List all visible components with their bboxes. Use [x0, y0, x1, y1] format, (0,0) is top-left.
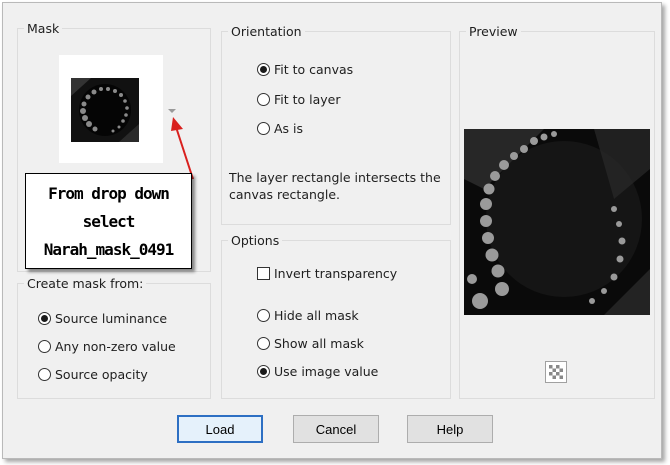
radio-label: Fit to layer	[274, 92, 341, 107]
preview-group-title: Preview	[466, 24, 521, 39]
radio-label: As is	[274, 121, 304, 136]
checkbox[interactable]	[257, 267, 270, 280]
mask-group-title: Mask	[24, 21, 63, 36]
radio-button[interactable]	[257, 337, 270, 350]
radio-button-selected[interactable]	[38, 312, 51, 325]
orientation-note: The layer rectangle intersects the canva…	[229, 169, 441, 203]
radio-label: Fit to canvas	[274, 62, 354, 77]
orientation-note-line-2: canvas rectangle.	[229, 187, 340, 202]
mask-thumbnail-dropdown[interactable]	[59, 55, 163, 163]
radio-as-is[interactable]: As is	[257, 121, 303, 136]
orientation-note-line-1: The layer rectangle intersects the	[229, 170, 441, 185]
callout-line-3: Narah_mask_0491	[43, 240, 175, 259]
radio-label: Source luminance	[55, 311, 168, 326]
preview-image	[464, 129, 650, 315]
radio-label: Hide all mask	[274, 308, 359, 323]
checkbox-label: Invert transparency	[274, 266, 398, 281]
load-button[interactable]: Load	[177, 415, 263, 443]
radio-label: Source opacity	[55, 367, 148, 382]
radio-button-selected[interactable]	[257, 63, 270, 76]
radio-label: Use image value	[274, 364, 379, 379]
transparency-checker-icon[interactable]	[545, 361, 567, 383]
radio-button-selected[interactable]	[257, 365, 270, 378]
load-mask-dialog: Mask From drop down select Narah_mask_04…	[2, 2, 662, 459]
help-button[interactable]: Help	[407, 415, 493, 443]
radio-button[interactable]	[38, 340, 51, 353]
radio-button[interactable]	[257, 93, 270, 106]
create-mask-group-title: Create mask from:	[24, 276, 147, 291]
invert-transparency-checkbox[interactable]: Invert transparency	[257, 266, 397, 281]
preview-group: Preview	[459, 24, 655, 399]
radio-any-non-zero[interactable]: Any non-zero value	[38, 339, 176, 354]
radio-label: Show all mask	[274, 336, 364, 351]
radio-fit-to-layer[interactable]: Fit to layer	[257, 92, 341, 107]
radio-button[interactable]	[38, 368, 51, 381]
radio-use-image-value[interactable]: Use image value	[257, 364, 378, 379]
radio-button[interactable]	[257, 309, 270, 322]
radio-hide-all-mask[interactable]: Hide all mask	[257, 308, 359, 323]
callout-line-2: select	[82, 212, 136, 231]
radio-source-opacity[interactable]: Source opacity	[38, 367, 148, 382]
options-group-title: Options	[228, 233, 283, 248]
radio-button[interactable]	[257, 122, 270, 135]
callout-line-1: From drop down	[48, 184, 170, 203]
mask-thumbnail-image	[71, 78, 139, 142]
radio-show-all-mask[interactable]: Show all mask	[257, 336, 364, 351]
radio-fit-to-canvas[interactable]: Fit to canvas	[257, 62, 353, 77]
dropdown-arrow-icon[interactable]	[168, 109, 176, 113]
radio-label: Any non-zero value	[55, 339, 176, 354]
instruction-callout: From drop down select Narah_mask_0491	[25, 173, 192, 269]
cancel-button[interactable]: Cancel	[293, 415, 379, 443]
orientation-group-title: Orientation	[228, 24, 305, 39]
radio-source-luminance[interactable]: Source luminance	[38, 311, 167, 326]
